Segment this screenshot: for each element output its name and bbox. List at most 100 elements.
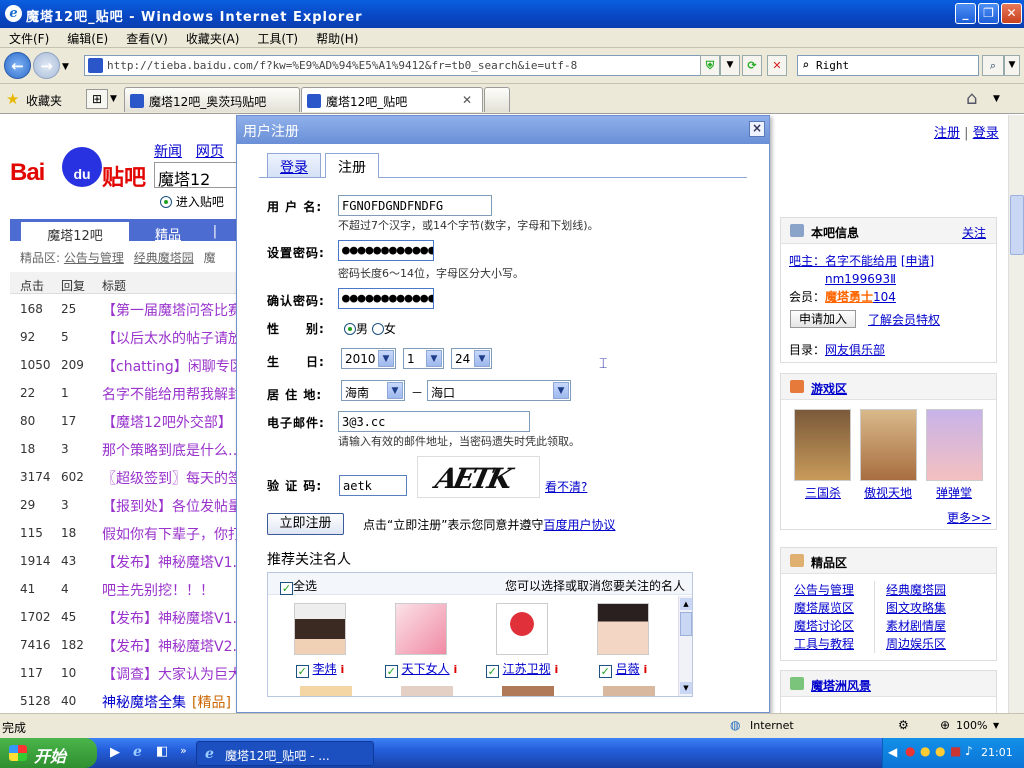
featured-link[interactable]: 周边娱乐区 — [886, 635, 946, 653]
forward-icon[interactable]: → — [33, 52, 60, 79]
protected-mode-icon[interactable]: ⚙ — [898, 718, 909, 732]
info-icon[interactable]: i — [554, 663, 558, 676]
qq-icon[interactable]: ● — [920, 744, 930, 758]
featured-link[interactable]: 工具与教程 — [794, 635, 854, 653]
celebrity-link[interactable]: 李炜 — [313, 662, 337, 676]
celebrity-link[interactable]: 吕薇 — [616, 662, 640, 676]
submit-register-button[interactable]: 立即注册 — [267, 513, 344, 535]
desktop-icon[interactable]: ◧ — [156, 744, 168, 759]
favorites-label[interactable]: 收藏夹 — [26, 92, 62, 109]
table-row[interactable]: 80 17 【魔塔12吧外交部】 — [0, 406, 240, 435]
scrollbar-thumb[interactable] — [1010, 195, 1024, 255]
menu-edit[interactable]: 编辑(E) — [58, 28, 117, 49]
info-icon[interactable]: i — [643, 663, 647, 676]
table-row[interactable]: 22 1 名字不能给用帮我解封 — [0, 378, 242, 407]
refresh-icon[interactable]: ⟳ — [742, 55, 762, 76]
zoom-dropdown-icon[interactable]: ▼ — [993, 721, 999, 730]
featured-link[interactable]: 公告与管理 — [794, 581, 854, 599]
celebrity-avatar[interactable] — [597, 603, 649, 655]
history-dropdown-icon[interactable]: ▼ — [62, 62, 69, 72]
quick-tabs-icon[interactable]: ⊞ — [86, 89, 108, 109]
table-row[interactable]: 3174 602 〖超级签到〗每天的签 — [0, 462, 242, 491]
search-input[interactable]: ⌕ Right — [797, 55, 979, 76]
zoom-icon[interactable]: ⊕ — [940, 718, 950, 732]
more-games-link[interactable]: 更多>> — [947, 509, 991, 526]
email-input[interactable]: 3@3.cc — [338, 411, 530, 432]
taskbar-ie-window[interactable]: e 魔塔12吧_贴吧 - ... — [196, 741, 374, 766]
menu-file[interactable]: 文件(F) — [0, 28, 58, 49]
featured-link[interactable]: 图文攻略集 — [886, 599, 946, 617]
confirm-password-input[interactable]: ●●●●●●●●●●●●● — [338, 288, 434, 309]
menu-tools[interactable]: 工具(T) — [248, 28, 307, 49]
scenery-title[interactable]: 魔塔洲风景 — [811, 679, 871, 693]
table-row[interactable]: 117 10 【调查】大家认为巨大 — [0, 658, 242, 687]
tray-app-icon[interactable]: ■ — [950, 744, 961, 758]
news-link[interactable]: 新闻 — [154, 144, 182, 160]
table-row[interactable]: 1050 209 【chatting】闲聊专区 — [0, 350, 244, 379]
login-link[interactable]: 登录 — [973, 126, 999, 141]
favorites-star-icon[interactable]: ★ — [6, 90, 19, 108]
register-link[interactable]: 注册 — [934, 126, 960, 141]
table-row[interactable]: 1914 43 【发布】神秘魔塔V1.2 — [0, 546, 246, 575]
celebrity-link[interactable]: 江苏卫视 — [503, 662, 551, 676]
featured-link[interactable]: 经典魔塔园 — [886, 581, 946, 599]
quicklaunch-more-icon[interactable]: » — [180, 744, 187, 757]
stop-icon[interactable]: ✕ — [767, 55, 787, 76]
game-thumbnail[interactable] — [926, 409, 983, 481]
celebrity-checkbox[interactable]: ✓ — [598, 665, 612, 678]
member-privilege-link[interactable]: 了解会员特权 — [868, 311, 940, 328]
celebrity-avatar[interactable] — [300, 686, 352, 696]
scroll-down-icon[interactable]: ▼ — [680, 682, 692, 694]
table-row[interactable]: 1702 45 【发布】神秘魔塔V1.0 — [0, 602, 246, 631]
sublink-announce[interactable]: 公告与管理 — [64, 251, 124, 265]
select-all-option[interactable]: ✓ 全选 — [280, 577, 317, 595]
zoom-level[interactable]: 100% — [956, 719, 987, 732]
table-row[interactable]: 92 5 【以后太水的帖子请放 — [0, 322, 242, 351]
table-row[interactable]: 5128 40 神秘魔塔全集 [精品] — [0, 686, 240, 715]
table-row[interactable]: 29 3 【报到处】各位发帖量 — [0, 490, 242, 519]
search-options-icon[interactable]: ▼ — [1004, 55, 1020, 76]
captcha-refresh-link[interactable]: 看不清? — [545, 478, 587, 495]
celebrity-avatar[interactable] — [502, 686, 554, 696]
page-scrollbar[interactable] — [1008, 115, 1024, 713]
menu-favorites[interactable]: 收藏夹(A) — [177, 28, 249, 49]
celebrity-checkbox[interactable]: ✓ — [295, 665, 309, 678]
menu-help[interactable]: 帮助(H) — [307, 28, 367, 49]
forum-search-input[interactable]: 魔塔12 — [154, 162, 238, 189]
dialog-close-icon[interactable]: × — [749, 121, 765, 137]
shield-icon[interactable]: ⛨ — [700, 55, 720, 76]
celebrity-link[interactable]: 天下女人 — [402, 662, 450, 676]
search-icon[interactable]: ⌕ — [982, 55, 1004, 76]
featured-link[interactable]: 魔塔展览区 — [794, 599, 854, 617]
birth-month-select[interactable]: 1 ▼ — [403, 348, 444, 369]
table-row[interactable]: 18 3 那个策略到底是什么… — [0, 434, 242, 463]
celebrity-avatar[interactable] — [496, 603, 548, 655]
celebrity-checkbox[interactable]: ✓ — [485, 665, 499, 678]
tab-mota12[interactable]: 魔塔12吧_贴吧 ✕ — [301, 87, 483, 112]
select-all-checkbox[interactable]: ✓ — [280, 582, 293, 595]
tab-list-icon[interactable]: ▼ — [110, 94, 117, 104]
tab-login[interactable]: 登录 — [267, 153, 321, 177]
scrollbar-thumb[interactable] — [680, 612, 692, 636]
address-dropdown-icon[interactable]: ▼ — [720, 55, 740, 76]
volume-icon[interactable]: ♪ — [965, 744, 973, 758]
enter-forum-radio[interactable] — [160, 196, 172, 208]
qq-icon[interactable]: ● — [935, 744, 945, 758]
tab-otzma[interactable]: 魔塔12吧_奥茨玛贴吧 — [124, 87, 300, 112]
scroll-up-icon[interactable]: ▲ — [680, 598, 692, 610]
game-link[interactable]: 三国杀 — [805, 484, 841, 501]
owner-link-1[interactable]: 名字不能给用 — [825, 254, 897, 268]
captcha-input[interactable]: aetk — [339, 475, 407, 496]
username-input[interactable]: FGNOFDGNDFNDFG — [338, 195, 492, 216]
game-link[interactable]: 傲视天地 — [864, 484, 912, 501]
directory-link[interactable]: 网友俱乐部 — [825, 343, 885, 357]
table-row[interactable]: 41 4 吧主先别挖！！！ — [0, 574, 240, 603]
celebrity-checkbox[interactable]: ✓ — [384, 665, 398, 678]
birth-day-select[interactable]: 24 ▼ — [451, 348, 492, 369]
game-link[interactable]: 弹弹堂 — [936, 484, 972, 501]
celebrity-avatar[interactable] — [401, 686, 453, 696]
web-link[interactable]: 网页 — [196, 144, 224, 160]
baidu-tieba-logo[interactable]: Bai du 贴吧 — [10, 143, 150, 193]
apply-owner-link[interactable]: [申请] — [901, 254, 934, 268]
home-dropdown-icon[interactable]: ▼ — [993, 94, 1000, 104]
